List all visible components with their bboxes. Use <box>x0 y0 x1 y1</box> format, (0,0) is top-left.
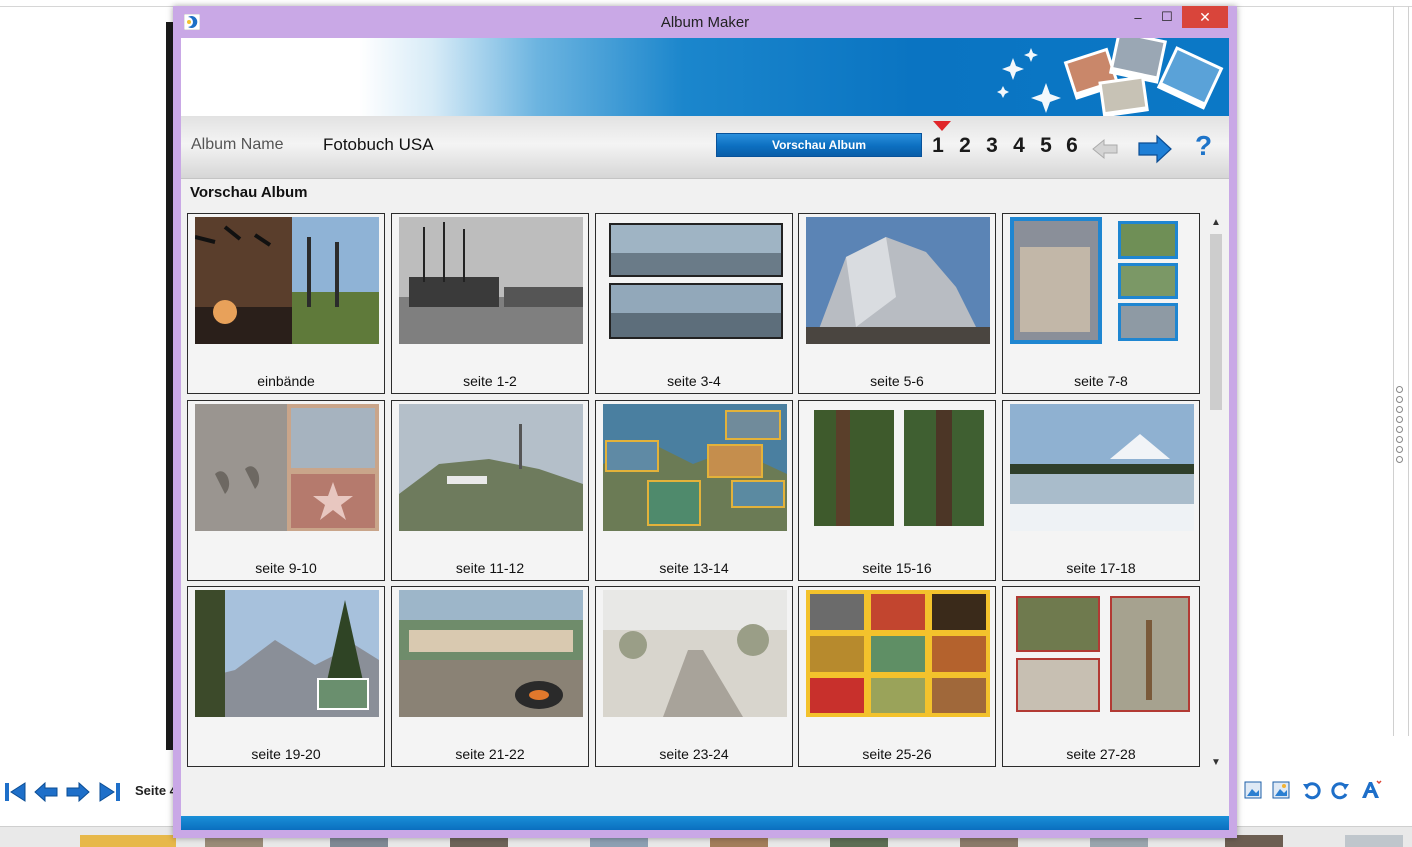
minimize-button[interactable]: – <box>1125 6 1151 28</box>
page-thumbnail <box>806 404 990 531</box>
step-4[interactable]: 4 <box>1009 134 1029 158</box>
film-thumbnail[interactable] <box>1345 835 1403 847</box>
vertical-scrollbar[interactable]: ▲ ▼ <box>1208 214 1224 770</box>
undo-button[interactable] <box>1301 779 1323 801</box>
page-label: seite 27-28 <box>1066 746 1136 762</box>
page-thumbnail <box>195 404 379 531</box>
scroll-down-icon[interactable]: ▼ <box>1208 754 1224 770</box>
page-thumbnail <box>1010 590 1194 717</box>
step-5[interactable]: 5 <box>1036 134 1056 158</box>
window-title: Album Maker <box>660 14 750 31</box>
page-card-27-28[interactable]: seite 27-28 <box>1002 586 1200 767</box>
album-name-value[interactable]: Fotobuch USA <box>323 135 434 155</box>
page-label: seite 19-20 <box>251 746 321 762</box>
page-card-11-12[interactable]: seite 11-12 <box>391 400 589 581</box>
bg-right-border <box>1408 6 1409 736</box>
page-label: seite 7-8 <box>1074 373 1128 389</box>
text-tool-button[interactable] <box>1360 779 1382 801</box>
page-label: seite 9-10 <box>255 560 317 576</box>
section-title: Vorschau Album <box>190 184 308 201</box>
page-label: seite 3-4 <box>667 373 721 389</box>
page-card-23-24[interactable]: seite 23-24 <box>595 586 793 767</box>
page-card-25-26[interactable]: seite 25-26 <box>798 586 996 767</box>
current-page-label: Seite 4 <box>135 783 177 798</box>
text-a-icon <box>1362 780 1382 798</box>
film-thumbnail[interactable] <box>80 835 176 847</box>
redo-button[interactable] <box>1329 779 1351 801</box>
step-3[interactable]: 3 <box>982 134 1002 158</box>
redo-icon <box>1331 782 1349 800</box>
header-banner <box>181 38 1229 116</box>
page-thumbnail <box>399 590 583 717</box>
active-step-marker-icon <box>933 121 951 131</box>
image-tool-button[interactable] <box>1242 779 1264 801</box>
forward-arrow-icon[interactable] <box>1137 134 1173 164</box>
page-card-21-22[interactable]: seite 21-22 <box>391 586 589 767</box>
scroll-up-icon[interactable]: ▲ <box>1208 214 1224 230</box>
step-6[interactable]: 6 <box>1062 134 1082 158</box>
back-arrow-icon[interactable] <box>1091 138 1119 160</box>
title-bar[interactable]: Album Maker – ☐ ✕ <box>173 6 1237 38</box>
scroll-thumb[interactable] <box>1210 234 1222 410</box>
page-label: seite 1-2 <box>463 373 517 389</box>
picture-icon <box>1244 781 1262 799</box>
step-1[interactable]: 1 <box>928 134 948 158</box>
page-thumbnail <box>603 404 787 531</box>
preview-album-button[interactable]: Vorschau Album <box>716 133 922 157</box>
page-label: einbände <box>257 373 315 389</box>
help-icon[interactable]: ? <box>1195 130 1212 162</box>
page-label: seite 13-14 <box>659 560 729 576</box>
page-thumbnail <box>195 217 379 344</box>
page-card-9-10[interactable]: seite 9-10 <box>187 400 385 581</box>
page-label: seite 5-6 <box>870 373 924 389</box>
page-label: seite 21-22 <box>455 746 525 762</box>
page-card-15-16[interactable]: seite 15-16 <box>798 400 996 581</box>
picture-edit-icon <box>1272 781 1290 799</box>
previous-page-button[interactable] <box>33 780 59 804</box>
page-thumbnail <box>195 590 379 717</box>
page-label: seite 23-24 <box>659 746 729 762</box>
bg-right-divider <box>1393 6 1394 736</box>
first-page-icon <box>5 782 26 802</box>
page-card-einbaende[interactable]: einbände <box>187 213 385 394</box>
undo-icon <box>1303 782 1321 800</box>
page-label: seite 25-26 <box>862 746 932 762</box>
page-thumbnail <box>603 217 787 344</box>
page-thumbnail <box>399 217 583 344</box>
image-edit-button[interactable] <box>1270 779 1292 801</box>
page-thumbnail <box>603 590 787 717</box>
maximize-button[interactable]: ☐ <box>1154 6 1180 28</box>
footer-bar <box>181 816 1229 830</box>
page-card-17-18[interactable]: seite 17-18 <box>1002 400 1200 581</box>
page-card-1-2[interactable]: seite 1-2 <box>391 213 589 394</box>
album-toolbar: Album Name Fotobuch USA Vorschau Album 1… <box>181 116 1229 179</box>
next-page-button[interactable] <box>65 780 91 804</box>
close-button[interactable]: ✕ <box>1182 6 1228 28</box>
page-card-3-4[interactable]: seite 3-4 <box>595 213 793 394</box>
page-card-7-8[interactable]: seite 7-8 <box>1002 213 1200 394</box>
page-label: seite 17-18 <box>1066 560 1136 576</box>
page-thumbnail <box>399 404 583 531</box>
arrow-right-icon <box>66 781 90 803</box>
splitter-grip[interactable] <box>1396 386 1403 463</box>
page-label: seite 11-12 <box>455 560 525 576</box>
page-card-5-6[interactable]: seite 5-6 <box>798 213 996 394</box>
page-card-19-20[interactable]: seite 19-20 <box>187 586 385 767</box>
first-page-button[interactable] <box>2 780 28 804</box>
dialog-content: Album Name Fotobuch USA Vorschau Album 1… <box>181 38 1229 830</box>
page-card-13-14[interactable]: seite 13-14 <box>595 400 793 581</box>
last-page-icon <box>99 782 120 802</box>
page-thumbnail <box>806 590 990 717</box>
album-name-label: Album Name <box>191 136 284 153</box>
photo-collage-logo <box>997 38 1224 116</box>
page-thumbnail <box>806 217 990 344</box>
step-2[interactable]: 2 <box>955 134 975 158</box>
page-label: seite 15-16 <box>862 560 932 576</box>
page-thumbnail <box>1010 404 1194 531</box>
arrow-left-icon <box>34 781 58 803</box>
page-thumbnail <box>1010 217 1194 344</box>
album-maker-window: Album Maker – ☐ ✕ Album Name Fotobuch US… <box>173 6 1237 838</box>
last-page-button[interactable] <box>97 780 123 804</box>
